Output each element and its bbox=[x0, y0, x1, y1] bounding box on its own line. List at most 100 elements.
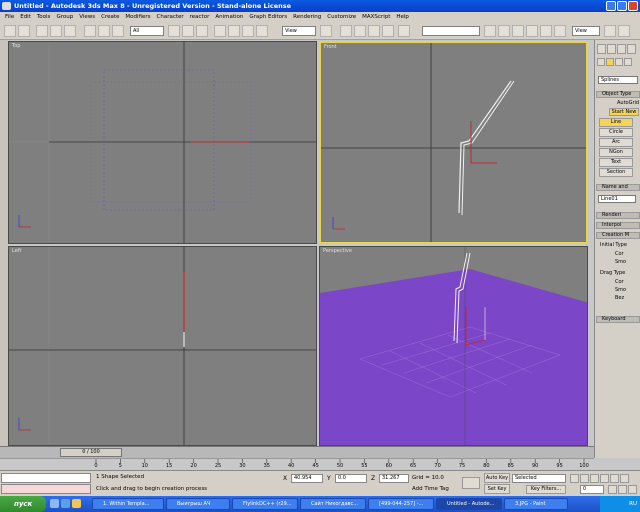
select-and-scale-icon[interactable] bbox=[242, 25, 254, 37]
rollout-creation-method[interactable]: Creation M bbox=[596, 232, 640, 239]
rollout-name-color[interactable]: Name and bbox=[596, 184, 640, 191]
menu-file[interactable]: File bbox=[2, 14, 17, 20]
menu-edit[interactable]: Edit bbox=[17, 14, 34, 20]
rollout-keyboard-entry[interactable]: Keyboard bbox=[596, 316, 640, 323]
render-scene-icon[interactable] bbox=[604, 25, 616, 37]
modify-tab-icon[interactable] bbox=[607, 44, 616, 54]
menu-customize[interactable]: Customize bbox=[324, 14, 359, 20]
render-type-dropdown[interactable]: View bbox=[572, 26, 600, 36]
prev-frame-icon[interactable] bbox=[580, 474, 589, 483]
zoom-icon[interactable] bbox=[608, 485, 617, 494]
menu-tools[interactable]: Tools bbox=[34, 14, 54, 20]
goto-end-icon[interactable] bbox=[610, 474, 619, 483]
unlink-icon[interactable] bbox=[50, 25, 62, 37]
window-crossing-icon[interactable] bbox=[196, 25, 208, 37]
rollout-interpolation[interactable]: Interpol bbox=[596, 222, 640, 229]
close-button[interactable] bbox=[628, 1, 638, 11]
select-region-icon[interactable] bbox=[182, 25, 194, 37]
percent-snap-icon[interactable] bbox=[368, 25, 380, 37]
autogrid-checkbox[interactable]: AutoGrid bbox=[597, 100, 639, 106]
task-paint[interactable]: 3.JPG - Paint bbox=[504, 498, 568, 510]
selection-filter-dropdown[interactable]: All bbox=[130, 26, 164, 36]
menu-group[interactable]: Group bbox=[53, 14, 76, 20]
drag-type-corner-radio[interactable]: Cor bbox=[597, 279, 639, 285]
y-coordinate-field[interactable]: 0.0 bbox=[335, 474, 367, 483]
select-and-move-icon[interactable] bbox=[214, 25, 226, 37]
menu-maxscript[interactable]: MAXScript bbox=[359, 14, 393, 20]
mirror-icon[interactable] bbox=[484, 25, 496, 37]
lights-icon[interactable] bbox=[615, 58, 623, 66]
current-frame-field[interactable]: 0 bbox=[580, 485, 604, 494]
set-key-button[interactable]: Set Key bbox=[484, 484, 510, 494]
time-slider-thumb[interactable]: 0 / 100 bbox=[60, 448, 122, 457]
show-desktop-icon[interactable] bbox=[50, 499, 59, 508]
hierarchy-tab-icon[interactable] bbox=[617, 44, 626, 54]
zoom-all-icon[interactable] bbox=[618, 485, 627, 494]
angle-snap-icon[interactable] bbox=[354, 25, 366, 37]
select-by-name-icon[interactable] bbox=[98, 25, 110, 37]
start-button[interactable]: пуск bbox=[0, 496, 46, 512]
pivot-center-icon[interactable] bbox=[320, 25, 332, 37]
rollout-object-type[interactable]: Object Type bbox=[596, 91, 640, 98]
menu-help[interactable]: Help bbox=[393, 14, 412, 20]
motion-tab-icon[interactable] bbox=[627, 44, 636, 54]
arc-button[interactable]: Arc bbox=[599, 138, 633, 147]
drag-type-bezier-radio[interactable]: Bez bbox=[597, 295, 639, 301]
auto-key-button[interactable]: Auto Key bbox=[484, 473, 510, 483]
geometry-icon[interactable] bbox=[597, 58, 605, 66]
key-filters-button[interactable]: Key Filters... bbox=[526, 485, 566, 494]
z-coordinate-field[interactable]: 31.267 bbox=[379, 474, 409, 483]
redo-icon[interactable] bbox=[18, 25, 30, 37]
select-icon[interactable] bbox=[168, 25, 180, 37]
section-button[interactable]: Section bbox=[599, 168, 633, 177]
curve-editor-icon[interactable] bbox=[526, 25, 538, 37]
viewport-top[interactable]: Top bbox=[8, 41, 317, 244]
material-editor-icon[interactable] bbox=[554, 25, 566, 37]
select-and-rotate-icon[interactable] bbox=[228, 25, 240, 37]
layer-manager-icon[interactable] bbox=[512, 25, 524, 37]
viewport-left[interactable]: Left bbox=[8, 246, 317, 446]
media-player-icon[interactable] bbox=[72, 499, 81, 508]
task-flylinkdc[interactable]: FlylinkDC++ (r29... bbox=[232, 498, 298, 510]
category-dropdown[interactable]: Splines bbox=[598, 76, 638, 84]
snap-toggle-icon[interactable] bbox=[340, 25, 352, 37]
object-name-field[interactable]: Line01 bbox=[598, 195, 636, 203]
rect-selection-icon[interactable] bbox=[112, 25, 124, 37]
spinner-snap-icon[interactable] bbox=[382, 25, 394, 37]
menu-modifiers[interactable]: Modifiers bbox=[122, 14, 153, 20]
maximize-button[interactable] bbox=[617, 1, 627, 11]
schematic-view-icon[interactable] bbox=[540, 25, 552, 37]
initial-type-smooth-radio[interactable]: Smo bbox=[597, 259, 639, 265]
zoom-extents-icon[interactable] bbox=[628, 485, 637, 494]
undo-icon[interactable] bbox=[4, 25, 16, 37]
task-site[interactable]: Сайт Никогдавс... bbox=[300, 498, 366, 510]
create-tab-icon[interactable] bbox=[597, 44, 606, 54]
start-new-shape-checkbox[interactable]: Start New bbox=[609, 108, 639, 116]
browser-icon[interactable] bbox=[61, 499, 70, 508]
rollout-rendering[interactable]: Renderi bbox=[596, 212, 640, 219]
task-vyigrysh[interactable]: Выигрыш АЧ bbox=[166, 498, 230, 510]
align-icon[interactable] bbox=[498, 25, 510, 37]
bind-space-warp-icon[interactable] bbox=[64, 25, 76, 37]
play-icon[interactable] bbox=[590, 474, 599, 483]
task-within-templates[interactable]: 1. Within Templa... bbox=[92, 498, 164, 510]
shapes-icon[interactable] bbox=[606, 58, 614, 66]
menu-create[interactable]: Create bbox=[98, 14, 122, 20]
menu-views[interactable]: Views bbox=[76, 14, 98, 20]
key-selection-dropdown[interactable]: Selected bbox=[512, 474, 566, 483]
link-icon[interactable] bbox=[36, 25, 48, 37]
key-mode-toggle-icon[interactable] bbox=[620, 474, 629, 483]
select-manipulate-icon[interactable] bbox=[256, 25, 268, 37]
language-indicator[interactable]: RU bbox=[629, 501, 637, 507]
goto-start-icon[interactable] bbox=[570, 474, 579, 483]
add-time-tag[interactable]: Add Time Tag bbox=[412, 486, 449, 492]
reference-coordinate-dropdown[interactable]: View bbox=[282, 26, 316, 36]
select-object-icon[interactable] bbox=[84, 25, 96, 37]
ngon-button[interactable]: NGon bbox=[599, 148, 633, 157]
menu-reactor[interactable]: reactor bbox=[187, 14, 213, 20]
menu-animation[interactable]: Animation bbox=[212, 14, 246, 20]
text-button[interactable]: Text bbox=[599, 158, 633, 167]
next-frame-icon[interactable] bbox=[600, 474, 609, 483]
initial-type-corner-radio[interactable]: Cor bbox=[597, 251, 639, 257]
named-selection-icon[interactable] bbox=[398, 25, 410, 37]
